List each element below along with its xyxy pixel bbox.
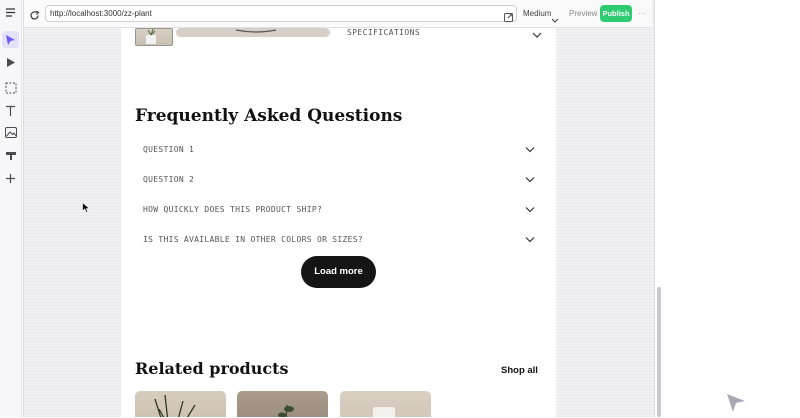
image-tool-icon[interactable] (2, 124, 19, 141)
play-icon[interactable] (2, 54, 19, 71)
preview-label: Preview (569, 9, 598, 18)
faq-item[interactable]: QUESTION 2 (143, 174, 535, 194)
publish-button[interactable]: Publish (600, 5, 632, 22)
shop-all-link[interactable]: Shop all (501, 365, 538, 376)
component-icon[interactable] (2, 147, 19, 164)
faq-question: QUESTION 1 (143, 145, 195, 154)
chevron-down-icon[interactable] (532, 28, 542, 44)
more-options-glyph: ··· (638, 9, 646, 18)
marquee-select-icon[interactable] (2, 79, 19, 96)
select-arrow-icon[interactable] (2, 31, 19, 48)
plant-image (154, 394, 196, 417)
specifications-accordion[interactable]: SPECIFICATIONS (347, 28, 420, 37)
publish-label: Publish (602, 9, 630, 18)
text-tool-icon[interactable] (2, 102, 19, 119)
url-input[interactable]: http://localhost:3000/zz-plant (45, 5, 517, 22)
device-label: Medium (523, 9, 552, 18)
open-external-icon[interactable] (504, 9, 513, 27)
scrollbar[interactable] (657, 287, 661, 417)
url-text: http://localhost:3000/zz-plant (50, 9, 152, 18)
add-icon[interactable] (2, 170, 19, 187)
chevron-down-icon[interactable] (525, 175, 535, 185)
faq-item[interactable]: HOW QUICKLY DOES THIS PRODUCT SHIP? (143, 204, 535, 224)
device-selector[interactable]: Medium (523, 0, 551, 27)
preview-button[interactable]: Preview (569, 0, 597, 27)
related-product-card[interactable] (340, 391, 431, 417)
plant-image (278, 404, 294, 417)
related-products-heading: Related products (135, 359, 289, 378)
mouse-cursor-icon (82, 200, 91, 218)
more-options-icon[interactable]: ··· (638, 0, 646, 27)
faq-question: IS THIS AVAILABLE IN OTHER COLORS OR SIZ… (143, 235, 364, 244)
faq-heading: Frequently Asked Questions (135, 106, 403, 126)
tool-rail (0, 0, 22, 417)
menu-icon[interactable] (2, 4, 19, 21)
chevron-down-icon[interactable] (551, 11, 559, 29)
product-main-image (176, 28, 330, 37)
chevron-down-icon[interactable] (525, 145, 535, 155)
chevron-down-icon[interactable] (525, 235, 535, 245)
faq-item[interactable]: QUESTION 1 (143, 144, 535, 164)
page-preview: SPECIFICATIONS Frequently Asked Question… (121, 28, 556, 417)
related-product-card[interactable] (135, 391, 226, 417)
specifications-label: SPECIFICATIONS (347, 28, 421, 37)
pointer-icon (726, 393, 746, 418)
faq-question: HOW QUICKLY DOES THIS PRODUCT SHIP? (143, 205, 323, 214)
refresh-icon[interactable] (29, 8, 40, 26)
faq-item[interactable]: IS THIS AVAILABLE IN OTHER COLORS OR SIZ… (143, 234, 535, 254)
faq-question: QUESTION 2 (143, 175, 195, 184)
chevron-down-icon[interactable] (525, 205, 535, 215)
related-product-card[interactable] (237, 391, 328, 417)
load-more-button[interactable]: Load more (301, 256, 376, 288)
product-thumbnail[interactable] (135, 28, 173, 46)
load-more-label: Load more (314, 266, 363, 277)
planter-image (373, 407, 395, 417)
